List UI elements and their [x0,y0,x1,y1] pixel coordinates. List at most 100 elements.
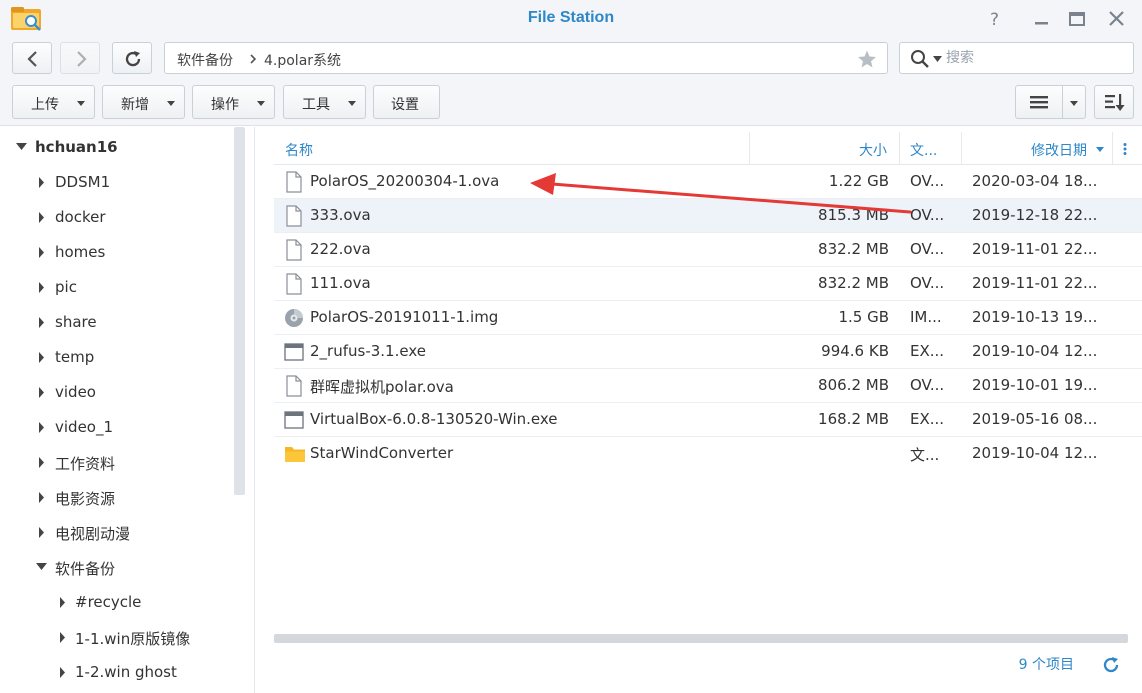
forward-button[interactable] [60,42,100,74]
view-mode-button[interactable] [1015,85,1086,119]
file-row[interactable]: 111.ova 832.2 MB OV... 2019-11-01 22... [274,267,1142,301]
file-row[interactable]: 2_rufus-3.1.exe 994.6 KB EX... 2019-10-0… [274,335,1142,369]
status-bar: 9 个项目 [274,645,1142,693]
column-divider[interactable] [1112,132,1113,165]
horizontal-scrollbar[interactable] [274,634,1128,643]
file-type: OV... [910,240,945,258]
column-divider[interactable] [749,132,750,165]
caret-down-icon [77,101,85,106]
file-row[interactable]: PolarOS_20200304-1.ova 1.22 GB OV... 202… [274,165,1142,199]
caret-right-icon[interactable] [38,177,45,188]
caret-right-icon[interactable] [38,317,45,328]
caret-right-icon[interactable] [38,247,45,258]
chevron-left-icon [27,51,37,67]
column-header-modified[interactable]: 修改日期 [1031,140,1087,160]
file-modified: 2019-10-04 12... [972,444,1098,462]
caret-down-icon[interactable] [16,142,27,151]
search-icon[interactable] [910,49,930,69]
file-name: 群晖虚拟机polar.ova [310,378,454,396]
window-title: File Station [527,9,615,26]
file-type: OV... [910,376,945,394]
tree-root-label: hchuan16 [35,138,118,156]
help-icon[interactable]: ? [985,8,1007,30]
breadcrumb-item[interactable]: 软件备份 [177,50,233,70]
caret-right-icon[interactable] [38,457,45,468]
breadcrumb-item[interactable]: 4.polar系统 [264,50,341,70]
caret-right-icon[interactable] [38,492,45,503]
path-bar[interactable]: 软件备份 4.polar系统 [164,42,888,74]
navigation-bar: 软件备份 4.polar系统 [0,38,1142,80]
file-icon [286,205,302,227]
file-size: 832.2 MB [818,240,889,258]
column-divider[interactable] [961,132,962,165]
caret-right-icon[interactable] [59,632,66,643]
file-name: 333.ova [310,206,371,224]
file-modified: 2019-12-18 22... [972,206,1098,224]
chevron-right-icon [250,54,257,64]
caret-down-icon[interactable] [36,562,47,571]
search-input[interactable] [946,48,1126,68]
file-size: 994.6 KB [821,342,889,360]
caret-right-icon[interactable] [59,667,66,678]
file-modified: 2019-10-01 19... [972,376,1098,394]
tree-item-label: video_1 [55,418,114,436]
caret-right-icon[interactable] [38,527,45,538]
tree-item-label: 电影资源 [55,490,116,508]
tree-item-label: 电视剧动漫 [55,525,131,543]
file-type: 文... [910,446,940,464]
file-row[interactable]: PolarOS-20191011-1.img 1.5 GB IM... 2019… [274,301,1142,335]
tools-button[interactable]: 工具 [283,85,366,119]
caret-right-icon[interactable] [38,422,45,433]
back-button[interactable] [12,42,52,74]
list-view-icon [1030,96,1048,109]
refresh-icon [125,51,141,67]
search-field[interactable] [899,42,1134,74]
list-header: 名称 大小 文... 修改日期 [274,132,1142,165]
caret-right-icon[interactable] [38,282,45,293]
file-row[interactable]: StarWindConverter 文... 2019-10-04 12... [274,437,1142,471]
svg-text:?: ? [990,10,999,30]
item-count: 9 个项目 [1018,657,1074,673]
upload-button[interactable]: 上传 [12,85,95,119]
refresh-button[interactable] [112,42,152,74]
folder-icon [285,447,305,462]
caret-down-icon [257,101,265,106]
file-size: 832.2 MB [818,274,889,292]
column-menu-icon[interactable] [1123,142,1127,156]
file-size: 1.22 GB [828,172,889,190]
file-type: OV... [910,206,945,224]
action-button[interactable]: 操作 [192,85,275,119]
file-row[interactable]: 333.ova 815.3 MB OV... 2019-12-18 22... [274,199,1142,233]
settings-button[interactable]: 设置 [373,85,440,119]
tree-item-label: share [55,313,97,331]
caret-down-icon[interactable] [1070,101,1078,106]
column-divider[interactable] [899,132,900,165]
sort-button[interactable] [1094,85,1134,119]
caret-down-icon[interactable] [933,56,942,62]
caret-right-icon[interactable] [38,212,45,223]
sidebar-scrollbar[interactable] [234,127,245,495]
minimize-icon[interactable] [1031,8,1053,30]
file-name: 222.ova [310,240,371,258]
file-name: PolarOS-20191011-1.img [310,308,499,326]
file-row[interactable]: 222.ova 832.2 MB OV... 2019-11-01 22... [274,233,1142,267]
pane-divider[interactable] [254,127,255,693]
maximize-icon[interactable] [1066,8,1088,30]
tree-item-label: 工作资料 [55,455,116,473]
star-icon[interactable] [857,49,877,69]
refresh-icon[interactable] [1102,656,1120,674]
column-header-name[interactable]: 名称 [285,140,313,160]
file-row[interactable]: 群晖虚拟机polar.ova 806.2 MB OV... 2019-10-01… [274,369,1142,403]
tree-item-label: docker [55,208,106,226]
title-bar: File Station ? [0,0,1142,38]
tree-item-label: video [55,383,96,401]
caret-right-icon[interactable] [38,387,45,398]
close-icon[interactable] [1106,8,1128,30]
caret-right-icon[interactable] [38,352,45,363]
caret-right-icon[interactable] [59,597,66,608]
column-header-type[interactable]: 文... [910,140,937,160]
tree-subitem-label: 1-2.win ghost [75,663,177,681]
column-header-size[interactable]: 大小 [859,140,887,160]
file-row[interactable]: VirtualBox-6.0.8-130520-Win.exe 168.2 MB… [274,403,1142,437]
create-button[interactable]: 新增 [102,85,185,119]
